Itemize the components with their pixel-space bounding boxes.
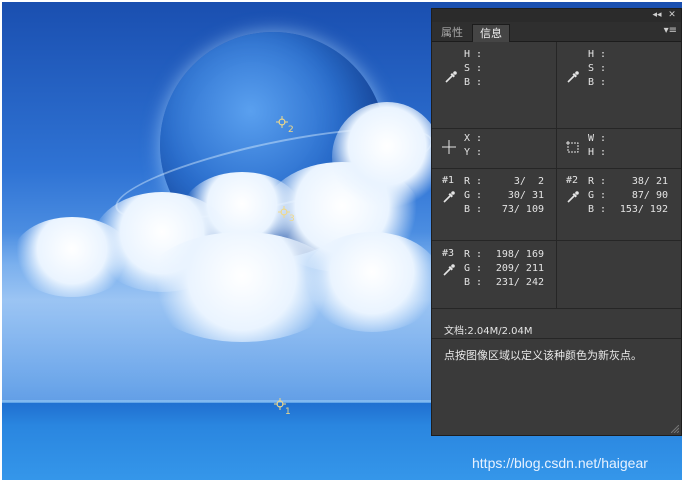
g-label: G :: [464, 190, 483, 201]
hsb-h-label: H :: [464, 49, 483, 60]
eyedropper-icon: [442, 190, 456, 204]
sampler-b-value: 153/ 192: [619, 204, 668, 215]
sampler-number: 3: [289, 214, 295, 224]
panel-tabbar: 属性 信息 ▾≡: [432, 22, 681, 42]
sampler-r-value: 198/ 169: [495, 249, 544, 260]
w-label: W :: [588, 133, 607, 144]
g-label: G :: [464, 263, 483, 274]
h-label: H :: [588, 147, 607, 158]
cloud: [332, 102, 442, 212]
sampler-id: #2: [566, 175, 579, 186]
hsb-h-label: H :: [588, 49, 607, 60]
eyedropper-icon: [444, 70, 458, 84]
r-label: R :: [464, 176, 483, 187]
sampler-number: 2: [288, 125, 294, 135]
hsb-b-label: B :: [464, 77, 483, 88]
x-label: X :: [464, 133, 483, 144]
tab-properties[interactable]: 属性: [434, 24, 470, 41]
b-label: B :: [464, 204, 483, 215]
hsb-b-label: B :: [588, 77, 607, 88]
sampler-g-value: 87/ 90: [631, 190, 668, 201]
hsb-s-label: S :: [464, 63, 483, 74]
eyedropper-icon: [566, 190, 580, 204]
sampler-id: #1: [442, 175, 455, 186]
sampler-number: 1: [285, 407, 291, 417]
divider: [432, 240, 681, 241]
b-label: B :: [464, 277, 483, 288]
selection-size-icon: [566, 140, 580, 154]
crosshair-icon: [442, 140, 456, 154]
r-label: R :: [464, 249, 483, 260]
collapse-icon[interactable]: ◂◂: [650, 9, 664, 22]
sampler-r-value: 38/ 21: [631, 176, 668, 187]
hint-text: 点按图像区域以定义该种颜色为新灰点。: [444, 349, 642, 362]
sampler-r-value: 3/ 2: [513, 176, 544, 187]
panel-titlebar[interactable]: ◂◂ ✕: [432, 9, 681, 22]
b-label: B :: [588, 204, 607, 215]
eyedropper-icon: [442, 263, 456, 277]
watermark-text: https://blog.csdn.net/haigear: [472, 455, 648, 471]
panel-body: H : S : B : H : S : B : X : Y : W : H : …: [432, 42, 681, 435]
divider: [432, 168, 681, 169]
sampler-g-value: 209/ 211: [495, 263, 544, 274]
divider: [432, 128, 681, 129]
eyedropper-icon: [566, 70, 580, 84]
cloud: [302, 232, 442, 332]
sampler-b-value: 231/ 242: [495, 277, 544, 288]
sampler-b-value: 73/ 109: [501, 204, 544, 215]
cloud: [12, 217, 132, 297]
y-label: Y :: [464, 147, 483, 158]
sampler-id: #3: [442, 248, 455, 259]
close-icon[interactable]: ✕: [665, 9, 679, 22]
r-label: R :: [588, 176, 607, 187]
panel-menu-icon[interactable]: ▾≡: [664, 25, 677, 37]
g-label: G :: [588, 190, 607, 201]
sampler-g-value: 30/ 31: [507, 190, 544, 201]
divider: [432, 338, 681, 339]
color-sampler-marker[interactable]: [276, 116, 288, 128]
divider: [556, 42, 557, 308]
document-size: 文档:2.04M/2.04M: [444, 326, 533, 337]
tab-info[interactable]: 信息: [472, 24, 510, 42]
resize-grip-icon[interactable]: [670, 424, 680, 434]
info-panel: ◂◂ ✕ 属性 信息 ▾≡ H : S : B : H : S : B : X: [431, 8, 682, 436]
hsb-s-label: S :: [588, 63, 607, 74]
divider: [432, 308, 681, 309]
